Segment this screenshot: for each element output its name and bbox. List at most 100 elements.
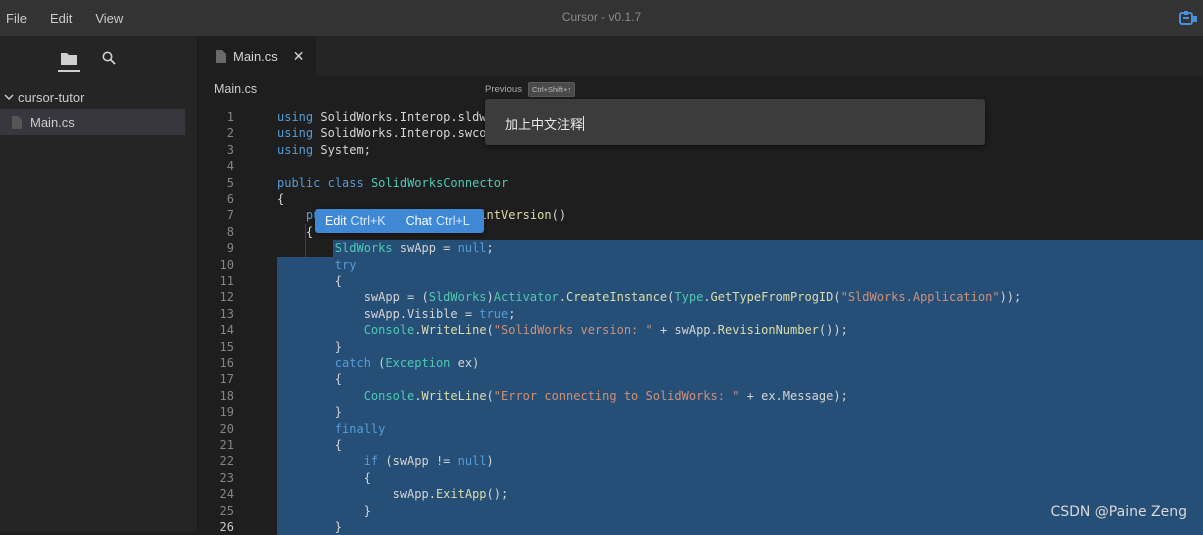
code-line[interactable]: 17 { — [198, 371, 1203, 388]
line-number: 3 — [226, 142, 234, 157]
edit-label: Edit — [325, 214, 347, 228]
line-number: 7 — [226, 208, 234, 223]
code-text: { — [277, 274, 343, 288]
line-number: 26 — [219, 520, 234, 534]
code-line[interactable]: 21 { — [198, 437, 1203, 454]
previous-hint[interactable]: Previous Ctrl+Shift+↑ — [485, 82, 576, 97]
menu-edit[interactable]: Edit — [44, 11, 81, 26]
code-text: { — [277, 438, 343, 452]
line-number: 6 — [226, 192, 234, 206]
code-text: } — [277, 405, 343, 420]
line-number: 15 — [219, 339, 234, 354]
search-icon — [102, 51, 116, 65]
code-line[interactable]: 26 } — [198, 519, 1203, 535]
inline-action-popup: Edit Ctrl+K Chat Ctrl+L — [315, 209, 484, 233]
code-text: { — [277, 470, 371, 485]
code-line[interactable]: 23 { — [198, 469, 1203, 487]
code-line[interactable]: 15 } — [198, 338, 1203, 355]
chat-button[interactable]: Chat Ctrl+L — [396, 209, 480, 233]
folder-icon — [61, 53, 77, 65]
prompt-box[interactable]: 加上中文注释 — [485, 99, 985, 145]
code-line[interactable]: 9 SldWorks swApp = null; — [198, 240, 1203, 257]
line-number: 24 — [219, 487, 234, 502]
tab-main-cs[interactable]: Main.cs ✕ — [198, 36, 316, 76]
line-number: 20 — [219, 421, 234, 436]
files-tab[interactable] — [58, 46, 80, 72]
prompt-text: 加上中文注释 — [505, 118, 584, 133]
code-text: swApp = (SldWorks)Activator.CreateInstan… — [277, 290, 1022, 305]
code-text: SldWorks swApp = null; — [334, 241, 494, 256]
code-line[interactable]: 22 if (swApp != null) — [198, 453, 1203, 470]
line-number: 9 — [226, 241, 234, 256]
code-line[interactable]: 10 try — [198, 256, 1203, 273]
search-tab[interactable] — [98, 46, 120, 70]
code-text: swApp.ExitApp(); — [277, 487, 509, 502]
previous-label: Previous — [485, 84, 522, 95]
file-icon — [12, 115, 22, 129]
code-line[interactable]: 6{ — [198, 191, 1203, 207]
chat-label: Chat — [405, 214, 433, 228]
title-bar: File Edit View Cursor - v0.1.7 — [0, 0, 1203, 36]
file-label: Main.cs — [30, 114, 75, 130]
code-line[interactable]: 4 — [198, 158, 1203, 174]
line-number: 19 — [219, 405, 234, 420]
chat-shortcut: Ctrl+L — [436, 214, 470, 228]
close-icon[interactable]: ✕ — [293, 48, 305, 65]
code-text: catch (Exception ex) — [334, 356, 480, 370]
watermark: CSDN @Paine Zeng — [1050, 504, 1187, 520]
menu-bar: File Edit View — [0, 0, 132, 36]
code-line[interactable]: 19 } — [198, 404, 1203, 421]
code-line[interactable]: 11 { — [198, 273, 1203, 290]
code-line[interactable]: 20 finally — [198, 420, 1203, 437]
sidebar-tabs — [0, 36, 197, 84]
code-line[interactable]: 12 swApp = (SldWorks)Activator.CreateIns… — [198, 289, 1203, 306]
code-line[interactable]: 18 Console.WriteLine("Error connecting t… — [198, 387, 1203, 405]
editor-tab-bar: Main.cs ✕ — [198, 36, 1203, 76]
text-caret — [583, 116, 585, 131]
menu-view[interactable]: View — [89, 11, 132, 26]
line-number: 5 — [226, 175, 234, 190]
edit-shortcut: Ctrl+K — [350, 214, 386, 228]
code-line[interactable]: 13 swApp.Visible = true; — [198, 305, 1203, 323]
code-line[interactable]: 16 catch (Exception ex) — [198, 355, 1203, 372]
code-line[interactable]: 5 public class SolidWorksConnector — [198, 175, 1203, 191]
code-line[interactable]: 24 swApp.ExitApp(); — [198, 486, 1203, 503]
line-number: 21 — [219, 438, 234, 452]
line-number: 4 — [226, 159, 234, 174]
folder-label: cursor-tutor — [18, 89, 85, 105]
breadcrumb[interactable]: Main.cs — [214, 82, 257, 96]
code-text: { — [277, 192, 285, 206]
line-number: 22 — [219, 454, 234, 469]
sidebar: cursor-tutor Main.cs — [0, 36, 198, 532]
line-number: 10 — [219, 257, 234, 272]
edit-button[interactable]: Edit Ctrl+K — [315, 209, 396, 233]
prompt-input[interactable]: 加上中文注释 — [505, 114, 585, 133]
chevron-down-icon — [0, 93, 18, 101]
line-number: 25 — [219, 503, 234, 518]
code-text: public class SolidWorksConnector — [277, 175, 509, 190]
line-number: 12 — [219, 290, 234, 305]
code-editor[interactable]: 1 using SolidWorks.Interop.sldworks; 2 usin… — [198, 100, 1203, 535]
line-number: 11 — [219, 274, 234, 288]
code-text: } — [277, 520, 343, 534]
line-number: 2 — [226, 126, 234, 141]
code-text: try — [334, 257, 357, 272]
file-main-cs[interactable]: Main.cs — [0, 109, 185, 135]
folder-cursor-tutor[interactable]: cursor-tutor — [0, 86, 198, 108]
line-number: 18 — [219, 388, 234, 403]
menu-file[interactable]: File — [0, 11, 36, 26]
window-title: Cursor - v0.1.7 — [561, 10, 642, 24]
code-text: Console.WriteLine("SolidWorks version: "… — [363, 323, 848, 338]
code-text: finally — [334, 421, 386, 436]
code-text: swApp.Visible = true; — [277, 306, 516, 321]
line-number: 1 — [226, 110, 234, 124]
line-number: 13 — [219, 306, 234, 321]
cursor-logo-icon[interactable] — [1177, 9, 1197, 27]
file-icon — [216, 49, 226, 63]
code-text: } — [277, 339, 343, 354]
code-text: { — [277, 372, 343, 387]
line-number: 8 — [226, 224, 234, 239]
previous-shortcut: Ctrl+Shift+↑ — [527, 82, 576, 97]
code-line[interactable]: 14 Console.WriteLine("SolidWorks version… — [198, 322, 1203, 339]
tab-label: Main.cs — [233, 48, 278, 64]
